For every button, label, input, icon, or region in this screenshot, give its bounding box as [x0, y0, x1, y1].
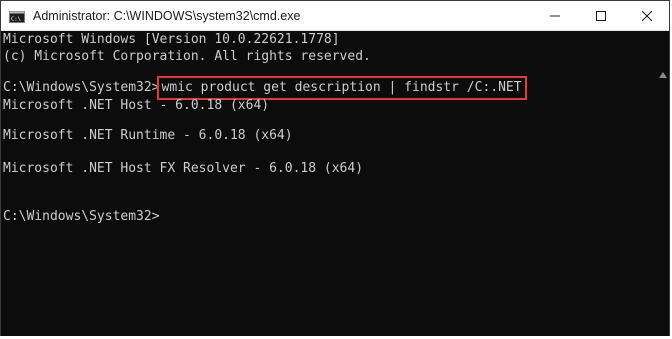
- output-line: Microsoft .NET Host FX Resolver - 6.0.18…: [3, 161, 364, 176]
- window-title: Administrator: C:\WINDOWS\system32\cmd.e…: [33, 9, 301, 23]
- command-line: C:\Windows\System32> wmic product get des…: [3, 76, 527, 100]
- close-icon: [642, 11, 652, 21]
- maximize-icon: [596, 11, 606, 21]
- console-output-area[interactable]: Microsoft Windows [Version 10.0.22621.17…: [1, 31, 669, 336]
- highlighted-command: wmic product get description | findstr /…: [156, 76, 527, 100]
- output-line: Microsoft .NET Runtime - 6.0.18 (x64): [3, 128, 293, 143]
- cmd-window: C:\ Administrator: C:\WINDOWS\system32\c…: [0, 0, 670, 336]
- title-bar[interactable]: C:\ Administrator: C:\WINDOWS\system32\c…: [1, 1, 669, 31]
- header-version-line: Microsoft Windows [Version 10.0.22621.17…: [3, 32, 340, 47]
- svg-text:C:\: C:\: [11, 17, 21, 23]
- scroll-up-icon[interactable]: [659, 65, 667, 78]
- minimize-icon: [550, 11, 560, 21]
- close-button[interactable]: [624, 1, 670, 31]
- header-copyright-line: (c) Microsoft Corporation. All rights re…: [3, 49, 371, 64]
- maximize-button[interactable]: [578, 1, 624, 31]
- prompt: C:\Windows\System32>: [3, 209, 160, 224]
- cmd-icon: C:\: [9, 10, 25, 23]
- prompt: C:\Windows\System32>: [3, 80, 160, 95]
- output-line: Microsoft .NET Host - 6.0.18 (x64): [3, 98, 270, 113]
- minimize-button[interactable]: [532, 1, 578, 31]
